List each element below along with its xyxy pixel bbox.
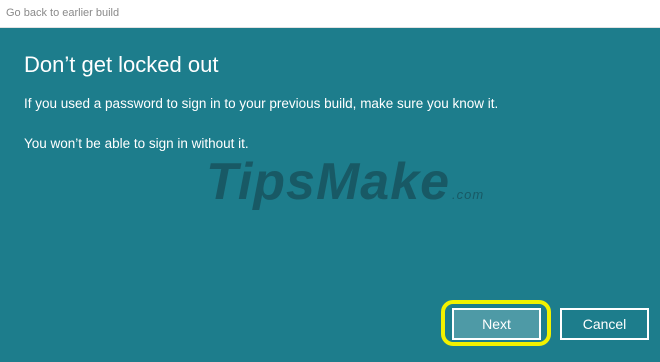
watermark-suffix: .com [452, 187, 485, 202]
go-back-window: Go back to earlier build Don’t get locke… [0, 0, 660, 362]
watermark: TipsMake .com [206, 152, 484, 212]
sign-in-warning-text: You won’t be able to sign in without it. [24, 136, 249, 151]
page-heading: Don’t get locked out [24, 52, 219, 77]
title-bar: Go back to earlier build [0, 0, 660, 28]
window-title: Go back to earlier build [6, 7, 120, 19]
next-button[interactable]: Next [452, 308, 541, 340]
watermark-text: TipsMake [206, 153, 451, 211]
cancel-button[interactable]: Cancel [560, 308, 649, 340]
password-warning-text: If you used a password to sign in to you… [24, 96, 499, 111]
